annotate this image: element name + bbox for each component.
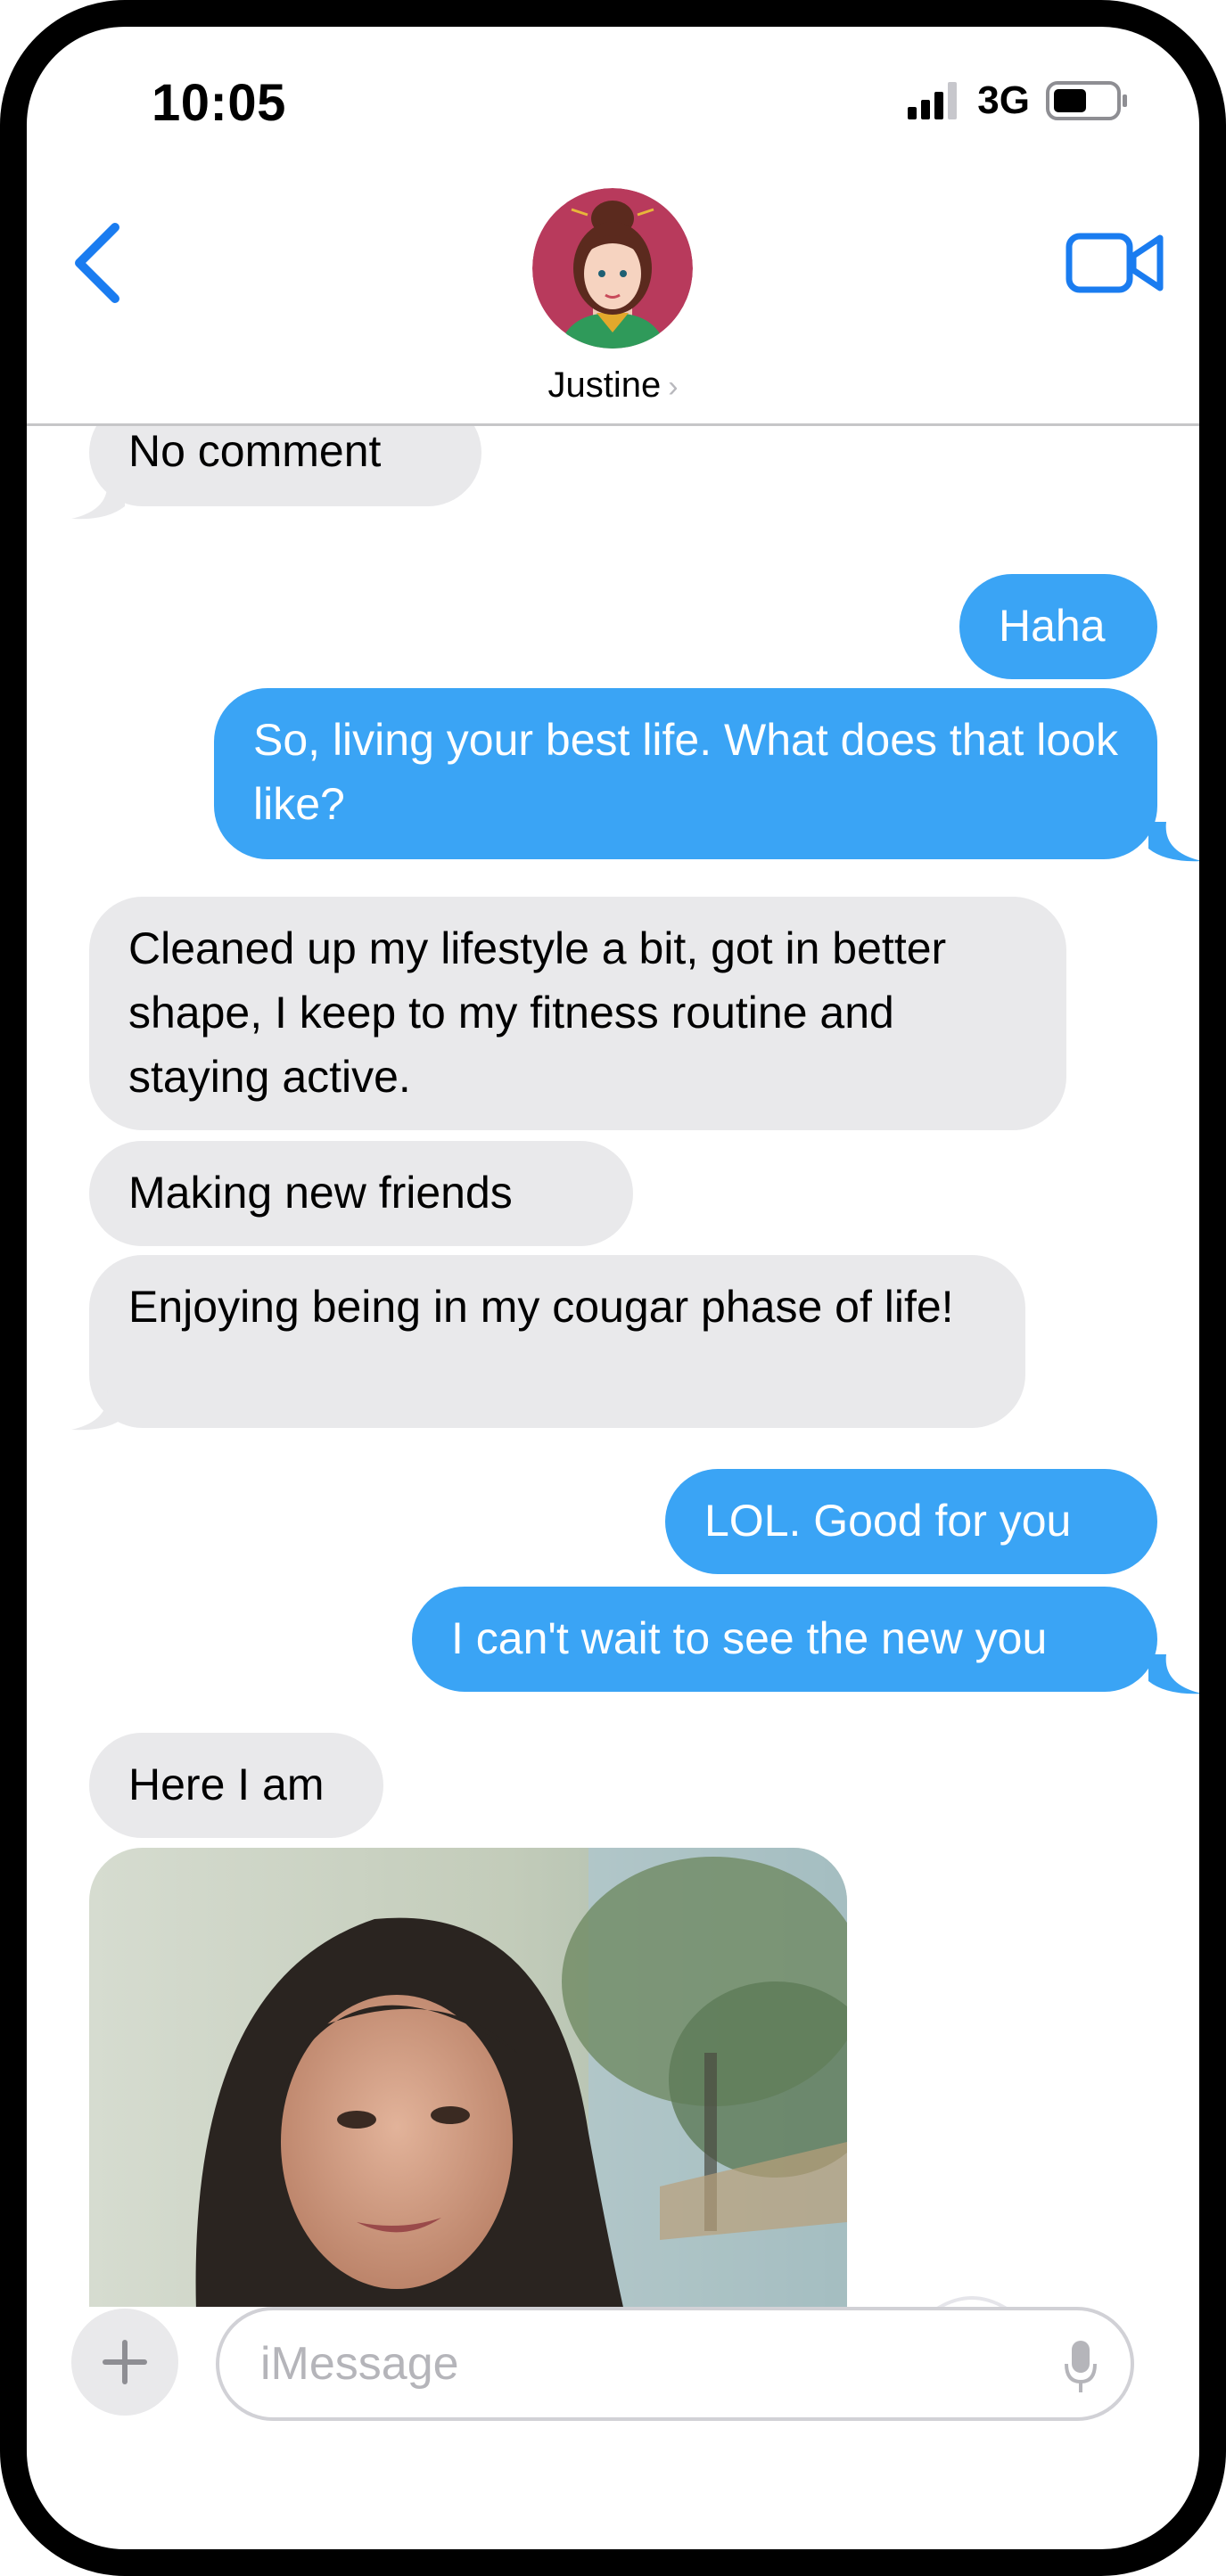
contact-name: Justine: [547, 365, 662, 405]
microphone-icon[interactable]: [1063, 2339, 1098, 2394]
bubble-tail: [71, 1391, 125, 1431]
message-incoming[interactable]: No comment: [89, 426, 481, 506]
bubble-tail: [1148, 1654, 1199, 1694]
message-incoming[interactable]: Cleaned up my lifestyle a bit, got in be…: [89, 897, 1066, 1130]
status-indicators: 3G: [908, 78, 1128, 123]
message-outgoing[interactable]: Haha: [959, 574, 1157, 679]
message-incoming[interactable]: Making new friends: [89, 1141, 633, 1246]
status-time: 10:05: [152, 74, 286, 132]
avatar-illustration: [532, 188, 693, 349]
phone-frame: 10:05 3G Justine › No comment Haha So, l…: [0, 0, 1226, 2576]
video-camera-icon[interactable]: [1066, 227, 1165, 299]
screen: 10:05 3G Justine › No comment Haha So, l…: [27, 27, 1199, 2549]
plus-icon: [103, 2340, 147, 2384]
message-thread: No comment Haha So, living your best lif…: [27, 426, 1199, 2307]
signal-icon: [908, 82, 958, 119]
photo-image: [89, 1848, 847, 2307]
bubble-tail: [71, 480, 125, 520]
contact-avatar[interactable]: [532, 188, 693, 349]
message-outgoing[interactable]: So, living your best life. What does tha…: [214, 688, 1157, 859]
add-attachment-button[interactable]: [71, 2309, 178, 2416]
chevron-left-icon[interactable]: [66, 214, 128, 312]
tapback-placeholder: [936, 2296, 1008, 2307]
message-input[interactable]: iMessage: [216, 2307, 1134, 2421]
message-incoming[interactable]: Enjoying being in my cougar phase of lif…: [89, 1255, 1025, 1428]
contact-name-row[interactable]: Justine ›: [27, 365, 1199, 406]
battery-icon: [1046, 81, 1127, 120]
network-label: 3G: [977, 78, 1030, 122]
chevron-right-icon: ›: [668, 370, 679, 404]
message-incoming[interactable]: Here I am: [89, 1733, 383, 1838]
message-outgoing[interactable]: I can't wait to see the new you: [412, 1587, 1157, 1692]
bubble-tail: [1148, 822, 1199, 862]
message-outgoing[interactable]: LOL. Good for you: [665, 1469, 1157, 1574]
photo-attachment[interactable]: [89, 1848, 847, 2307]
message-input-placeholder: iMessage: [260, 2338, 459, 2390]
